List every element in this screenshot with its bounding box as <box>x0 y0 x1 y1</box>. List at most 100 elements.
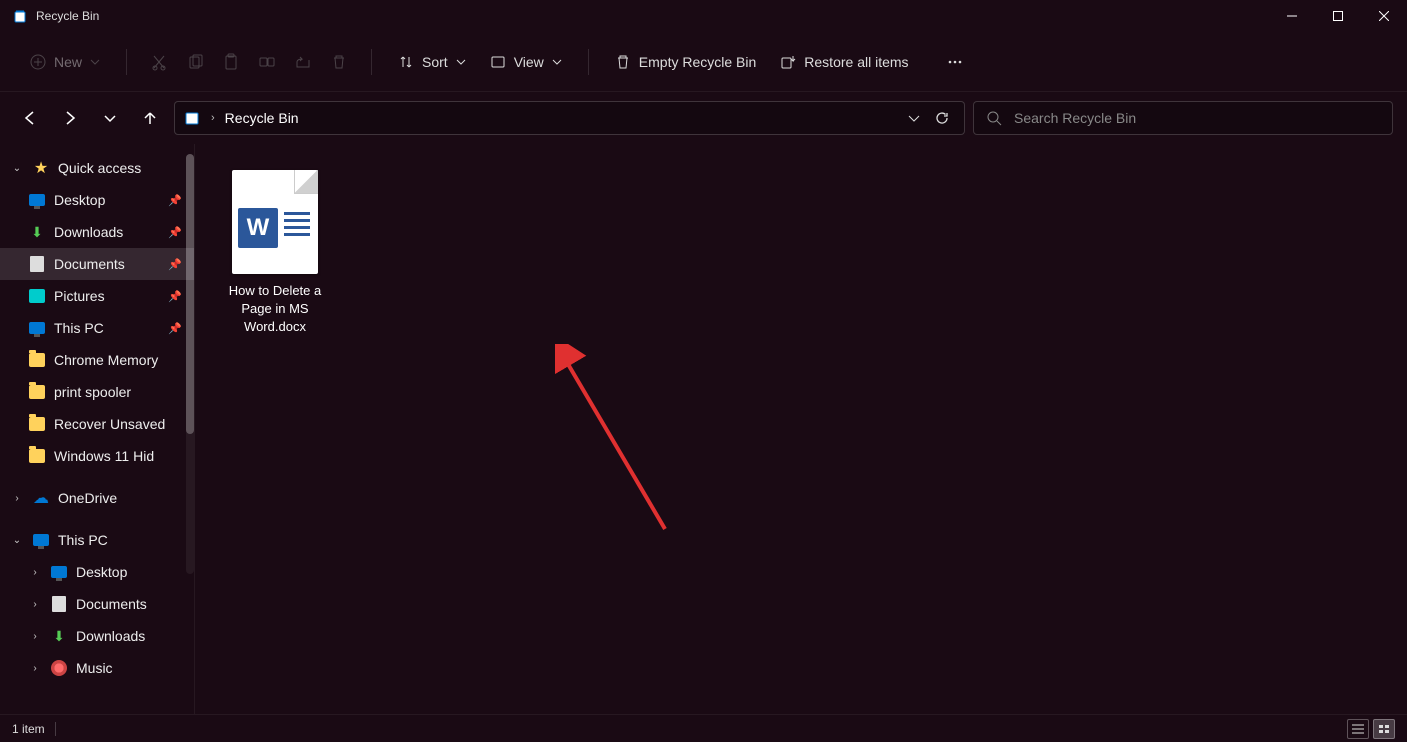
more-button[interactable] <box>939 46 971 78</box>
sidebar-quick-access[interactable]: ⌄ ★ Quick access <box>0 152 194 184</box>
search-icon <box>986 110 1002 126</box>
sidebar-label: This PC <box>54 320 104 336</box>
sidebar-item-folder[interactable]: print spooler <box>0 376 194 408</box>
sidebar-label: Windows 11 Hid <box>54 448 154 464</box>
window-title: Recycle Bin <box>36 9 1269 23</box>
sidebar-label: OneDrive <box>58 490 117 506</box>
close-button[interactable] <box>1361 0 1407 32</box>
navigation-pane: ⌄ ★ Quick access Desktop 📌 ⬇ Downloads 📌… <box>0 144 195 714</box>
sort-button[interactable]: Sort <box>388 48 476 76</box>
empty-label: Empty Recycle Bin <box>639 54 756 70</box>
chevron-down-icon: ⌄ <box>10 535 24 546</box>
delete-button[interactable] <box>323 46 355 78</box>
sidebar-label: Downloads <box>54 224 123 240</box>
sidebar-label: Documents <box>76 596 147 612</box>
view-label: View <box>514 54 544 70</box>
item-count: 1 item <box>12 722 45 736</box>
title-bar: Recycle Bin <box>0 0 1407 32</box>
content-area[interactable]: W How to Delete a Page in MS Word.docx <box>195 144 1407 714</box>
folder-icon <box>28 351 46 369</box>
folder-icon <box>28 447 46 465</box>
sidebar-item-pictures[interactable]: Pictures 📌 <box>0 280 194 312</box>
cloud-icon: ☁ <box>32 489 50 507</box>
separator <box>588 49 589 75</box>
sidebar-thispc[interactable]: ⌄ This PC <box>0 524 194 556</box>
search-input[interactable] <box>1014 110 1380 126</box>
sidebar-item-folder[interactable]: Chrome Memory <box>0 344 194 376</box>
sidebar-item-downloads[interactable]: › ⬇ Downloads <box>0 620 194 652</box>
folder-icon <box>28 383 46 401</box>
sidebar-label: print spooler <box>54 384 131 400</box>
chevron-down-icon <box>456 57 466 67</box>
separator <box>55 722 56 736</box>
star-icon: ★ <box>32 159 50 177</box>
separator <box>126 49 127 75</box>
new-button[interactable]: New <box>20 48 110 76</box>
address-bar[interactable]: › Recycle Bin <box>174 101 965 135</box>
view-button[interactable]: View <box>480 48 572 76</box>
download-icon: ⬇ <box>28 223 46 241</box>
sidebar-label: Pictures <box>54 288 105 304</box>
sidebar-label: Downloads <box>76 628 145 644</box>
monitor-icon <box>50 563 68 581</box>
main-area: ⌄ ★ Quick access Desktop 📌 ⬇ Downloads 📌… <box>0 144 1407 714</box>
picture-icon <box>28 287 46 305</box>
sidebar-label: Desktop <box>54 192 105 208</box>
chevron-right-icon: › <box>211 112 215 124</box>
refresh-button[interactable] <box>934 110 950 126</box>
chevron-down-icon[interactable] <box>908 112 920 124</box>
separator <box>371 49 372 75</box>
monitor-icon <box>32 531 50 549</box>
rename-button[interactable] <box>251 46 283 78</box>
sidebar-onedrive[interactable]: › ☁ OneDrive <box>0 482 194 514</box>
details-view-button[interactable] <box>1347 719 1369 739</box>
annotation-arrow <box>555 344 685 544</box>
maximize-button[interactable] <box>1315 0 1361 32</box>
chevron-right-icon: › <box>28 599 42 610</box>
monitor-icon <box>28 319 46 337</box>
sidebar-item-folder[interactable]: Windows 11 Hid <box>0 440 194 472</box>
chevron-right-icon: › <box>28 631 42 642</box>
recent-button[interactable] <box>94 102 126 134</box>
folder-icon <box>28 415 46 433</box>
sidebar-label: Quick access <box>58 160 141 176</box>
window-controls <box>1269 0 1407 32</box>
sidebar-item-music[interactable]: › Music <box>0 652 194 684</box>
chevron-right-icon: › <box>28 663 42 674</box>
sidebar-item-desktop[interactable]: › Desktop <box>0 556 194 588</box>
up-button[interactable] <box>134 102 166 134</box>
sidebar-label: This PC <box>58 532 108 548</box>
share-button[interactable] <box>287 46 319 78</box>
cut-button[interactable] <box>143 46 175 78</box>
copy-button[interactable] <box>179 46 211 78</box>
view-toggle <box>1347 719 1395 739</box>
forward-button[interactable] <box>54 102 86 134</box>
sidebar-label: Music <box>76 660 113 676</box>
new-label: New <box>54 54 82 70</box>
search-box[interactable] <box>973 101 1393 135</box>
sort-label: Sort <box>422 54 448 70</box>
sidebar-item-documents[interactable]: › Documents <box>0 588 194 620</box>
word-doc-icon: W <box>232 170 318 274</box>
icons-view-button[interactable] <box>1373 719 1395 739</box>
navigation-row: › Recycle Bin <box>0 92 1407 144</box>
document-icon <box>28 255 46 273</box>
paste-button[interactable] <box>215 46 247 78</box>
sidebar-item-documents[interactable]: Documents 📌 <box>0 248 194 280</box>
scrollbar-thumb[interactable] <box>186 154 194 434</box>
minimize-button[interactable] <box>1269 0 1315 32</box>
sidebar-item-downloads[interactable]: ⬇ Downloads 📌 <box>0 216 194 248</box>
empty-recycle-bin-button[interactable]: Empty Recycle Bin <box>605 48 766 76</box>
sidebar-label: Documents <box>54 256 125 272</box>
restore-all-button[interactable]: Restore all items <box>770 48 918 76</box>
sidebar-item-folder[interactable]: Recover Unsaved <box>0 408 194 440</box>
music-icon <box>50 659 68 677</box>
back-button[interactable] <box>14 102 46 134</box>
status-bar: 1 item <box>0 714 1407 742</box>
address-path: Recycle Bin <box>225 110 898 126</box>
sidebar-item-desktop[interactable]: Desktop 📌 <box>0 184 194 216</box>
document-icon <box>50 595 68 613</box>
sidebar-item-thispc[interactable]: This PC 📌 <box>0 312 194 344</box>
chevron-right-icon: › <box>28 567 42 578</box>
file-item[interactable]: W How to Delete a Page in MS Word.docx <box>215 164 335 343</box>
